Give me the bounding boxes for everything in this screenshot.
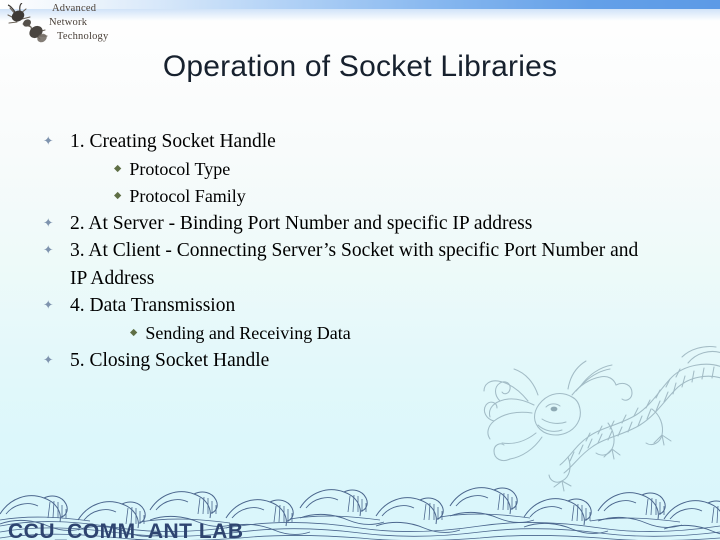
logo-line-technology: Technology bbox=[57, 31, 109, 42]
star-bullet-icon: ✦ bbox=[43, 215, 54, 230]
logo-text: Advanced Network Technology bbox=[46, 2, 124, 46]
bullet-text: 3. At Client - Connecting Server’s Socke… bbox=[70, 240, 639, 261]
diamond-bullet-icon: ◆ bbox=[130, 327, 138, 338]
bullet-item-level2: ◆ Protocol Family bbox=[36, 183, 696, 210]
footer-label: CCU_COMM_ANT LAB bbox=[8, 520, 244, 540]
star-bullet-icon: ✦ bbox=[43, 243, 54, 257]
bullet-text: Protocol Type bbox=[129, 158, 231, 179]
bullet-item-level2: ◆ Protocol Type bbox=[36, 156, 696, 183]
bullet-item-level1: ✦ 4. Data Transmission bbox=[36, 292, 696, 320]
slide-canvas: Advanced Network Technology Operation of… bbox=[0, 0, 720, 540]
bullet-list: ✦ 1. Creating Socket Handle ◆ Protocol Type… bbox=[36, 128, 696, 374]
bullet-text: Protocol Family bbox=[129, 185, 246, 206]
diamond-bullet-icon: ◆ bbox=[114, 163, 122, 174]
logo-line-network: Network bbox=[49, 17, 88, 28]
bullet-item-level1: ✦ 3. At Client - Connecting Server’s Sock… bbox=[36, 237, 696, 265]
bullet-text: Sending and Receiving Data bbox=[145, 322, 351, 343]
bullet-item-level1: ✦ 2. At Server - Binding Port Number and … bbox=[36, 210, 696, 238]
ant-icon bbox=[7, 3, 48, 43]
bullet-text: IP Address bbox=[70, 267, 155, 289]
diamond-bullet-icon: ◆ bbox=[114, 190, 122, 201]
bullet-wrapped-line: IP Address bbox=[36, 265, 696, 293]
logo: Advanced Network Technology bbox=[4, 2, 122, 46]
bullet-text: 2. At Server - Binding Port Number and s… bbox=[70, 212, 533, 234]
star-bullet-icon: ✦ bbox=[43, 134, 54, 148]
bullet-text: 1. Creating Socket Handle bbox=[70, 131, 276, 152]
bullet-item-level1: ✦ 1. Creating Socket Handle bbox=[36, 128, 696, 156]
bullet-item-level2: ◆ Sending and Receiving Data bbox=[36, 320, 696, 347]
bullet-text: 4. Data Transmission bbox=[70, 295, 236, 316]
star-bullet-icon: ✦ bbox=[43, 352, 54, 367]
star-bullet-icon: ✦ bbox=[43, 298, 54, 312]
page-title: Operation of Socket Libraries bbox=[162, 50, 558, 83]
logo-line-advanced: Advanced bbox=[52, 3, 97, 14]
